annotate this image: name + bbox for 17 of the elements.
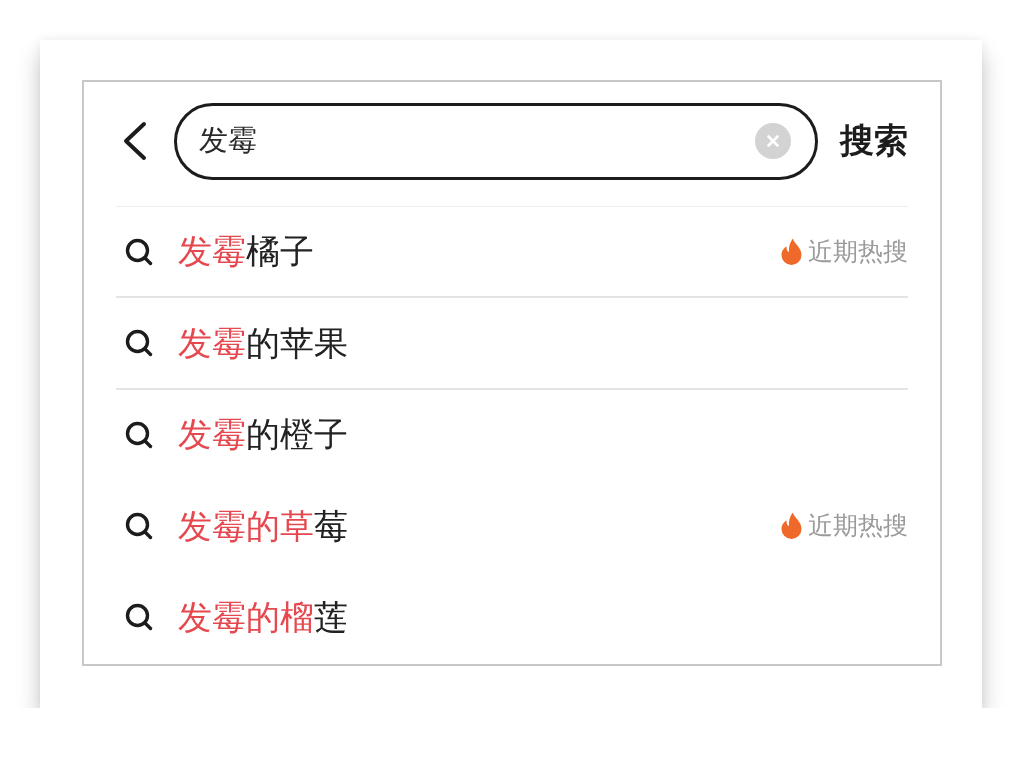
flame-icon [781, 238, 802, 266]
suggestion-text[interactable]: 发霉的草莓 [178, 505, 348, 547]
suggestion-text[interactable]: 发霉的苹果 [178, 322, 348, 364]
hot-search-label: 近期热搜 [808, 510, 908, 543]
flame-icon [781, 512, 802, 540]
back-icon[interactable] [122, 121, 148, 161]
suggestion-text[interactable]: 发霉橘子 [178, 231, 314, 273]
search-icon [125, 237, 153, 266]
hot-search-label: 近期热搜 [808, 236, 908, 269]
search-icon [125, 603, 153, 632]
suggestion-text[interactable]: 发霉的榴莲 [178, 596, 348, 638]
search-field[interactable]: 发霉 [174, 102, 818, 180]
search-icon [125, 511, 153, 540]
search-icon [125, 329, 153, 358]
suggestion-text[interactable]: 发霉的橙子 [178, 414, 348, 455]
search-button[interactable]: 搜索 [840, 118, 908, 164]
search-icon [125, 420, 153, 449]
